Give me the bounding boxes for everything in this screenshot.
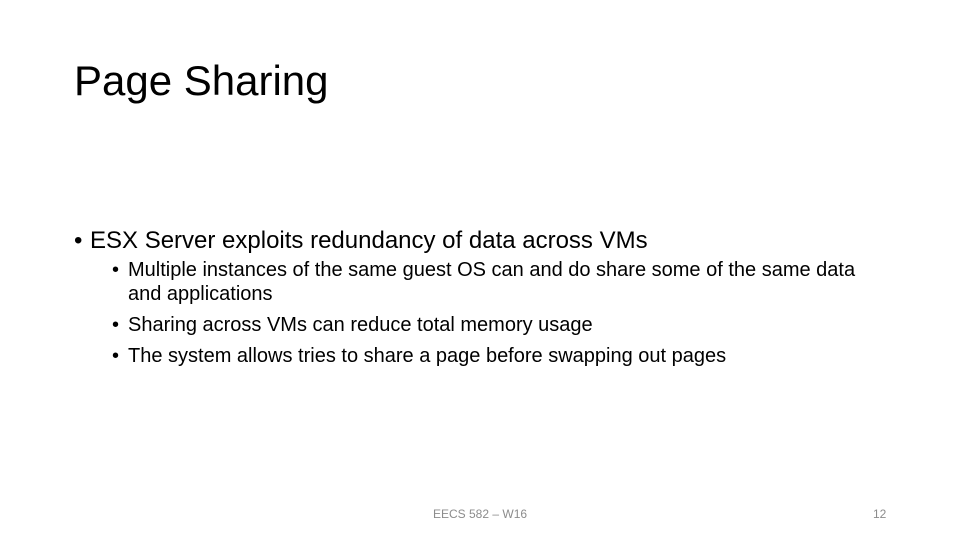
bullet-icon: • (74, 227, 83, 254)
bullet-text: ESX Server exploits redundancy of data a… (90, 227, 648, 254)
bullet-icon: • (112, 259, 120, 281)
bullet-icon: • (112, 314, 120, 336)
sub-bullet-list: • Multiple instances of the same guest O… (74, 258, 914, 368)
sub-bullet-text: Multiple instances of the same guest OS … (128, 259, 856, 305)
sub-bullet: • The system allows tries to share a pag… (74, 344, 888, 368)
sub-bullet: • Sharing across VMs can reduce total me… (74, 313, 888, 337)
slide-body: • ESX Server exploits redundancy of data… (74, 226, 914, 375)
sub-bullet: • Multiple instances of the same guest O… (74, 258, 888, 306)
slide: Page Sharing • ESX Server exploits redun… (0, 0, 960, 540)
slide-title: Page Sharing (74, 57, 329, 104)
footer-page-number: 12 (873, 507, 887, 521)
footer-course: EECS 582 – W16 (433, 507, 528, 521)
sub-bullet-text: The system allows tries to share a page … (128, 345, 727, 367)
bullet-icon: • (112, 345, 120, 367)
sub-bullet-text: Sharing across VMs can reduce total memo… (128, 314, 593, 336)
bullet-level1: • ESX Server exploits redundancy of data… (74, 226, 914, 256)
